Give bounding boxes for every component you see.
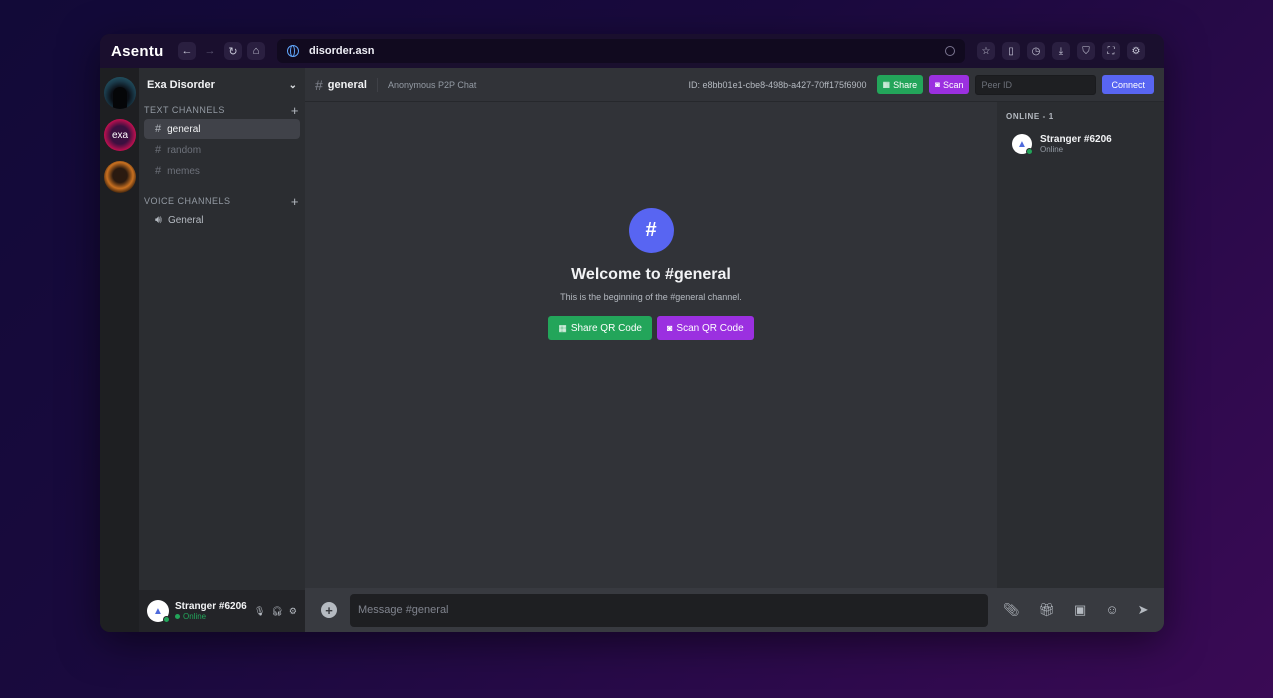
peer-id-input[interactable]: Peer ID	[975, 74, 1097, 95]
reader-icon[interactable]: ▯	[1002, 42, 1020, 60]
forward-icon[interactable]: →	[201, 42, 219, 60]
camera-icon: ◙	[666, 323, 673, 333]
chevron-down-icon[interactable]: ⌄	[289, 80, 297, 91]
paperclip-icon[interactable]: 📎︎	[1003, 602, 1020, 618]
channel-label: memes	[167, 165, 200, 177]
scan-button[interactable]: ◙ Scan	[929, 75, 970, 94]
add-channel-icon[interactable]: +	[291, 103, 299, 118]
channel-label: General	[167, 214, 204, 226]
member-name: Stranger #6206	[1040, 134, 1112, 145]
settings-icon[interactable]: ⚙	[1127, 42, 1145, 60]
channel-topic: Anonymous P2P Chat	[387, 79, 477, 90]
globe-icon	[287, 44, 299, 57]
server-label: exa	[111, 129, 129, 141]
server-icon-exa[interactable]: exa	[104, 119, 136, 151]
member-list-header: ONLINE - 1	[1006, 112, 1054, 121]
reload-icon[interactable]: ↻	[224, 42, 242, 60]
speaker-icon: 🔊︎	[155, 213, 162, 226]
status-dot	[163, 616, 170, 623]
add-channel-icon[interactable]: +	[291, 194, 299, 209]
emoji-icon[interactable]: ☺	[1105, 602, 1118, 618]
channel-label: random	[167, 144, 202, 156]
channel-item-random[interactable]: # random	[144, 140, 300, 160]
hash-icon: #	[315, 76, 323, 93]
server-icon-1[interactable]	[104, 77, 136, 109]
channel-title: general	[327, 78, 367, 91]
welcome-panel: # Welcome to #general This is the beginn…	[305, 208, 997, 340]
text-channels-category[interactable]: TEXT CHANNELS +	[139, 102, 305, 118]
peer-id-label: ID: e8bb01e1-cbe8-498b-a427-70ff175f6900	[688, 79, 867, 90]
headphones-icon[interactable]: 🎧︎	[271, 606, 282, 617]
channel-item-general[interactable]: # general	[144, 119, 300, 139]
server-rail: exa	[100, 68, 139, 632]
camera-icon: ◙	[935, 80, 940, 89]
search-icon[interactable]	[945, 46, 955, 56]
voice-channel-general[interactable]: 🔊︎ General	[144, 210, 300, 230]
server-icon-3[interactable]	[104, 161, 136, 193]
hash-icon: #	[155, 123, 162, 135]
fullscreen-icon[interactable]: ⛶	[1102, 42, 1120, 60]
back-icon[interactable]: ←	[178, 42, 196, 60]
share-label: Share	[893, 79, 918, 90]
avatar: ▲	[1012, 134, 1033, 155]
user-name: Stranger #6206	[175, 601, 247, 612]
server-header[interactable]: Exa Disorder ⌄	[139, 68, 305, 102]
category-label: TEXT CHANNELS	[144, 105, 225, 115]
share-qr-button[interactable]: ▦ Share QR Code	[548, 316, 652, 340]
user-status: Online	[175, 612, 254, 621]
share-button[interactable]: ▦ Share	[876, 75, 924, 94]
qr-icon: ▦	[558, 322, 567, 333]
history-icon[interactable]: ◷	[1027, 42, 1045, 60]
star-icon[interactable]: ☆	[977, 42, 995, 60]
home-icon[interactable]: ⌂	[247, 42, 265, 60]
image-icon[interactable]: ▣	[1074, 602, 1086, 618]
qr-icon: ▦	[882, 80, 891, 89]
message-composer: + Message #general 📎︎ 🎁︎ ▣ ☺ ➤	[305, 588, 1164, 632]
welcome-subtitle: This is the beginning of the #general ch…	[560, 292, 742, 302]
browser-window: Asentu ← → ↻ ⌂ disorder.asn ☆ ▯ ◷ ⤓ ⛉ ⛶ …	[100, 34, 1164, 632]
microphone-icon[interactable]: 🎙︎	[254, 606, 265, 617]
channel-header: # general Anonymous P2P Chat ID: e8bb01e…	[305, 68, 1164, 102]
hash-icon: #	[155, 165, 162, 177]
gift-icon[interactable]: 🎁︎	[1039, 602, 1056, 618]
main-area: # general Anonymous P2P Chat ID: e8bb01e…	[305, 68, 1164, 632]
status-dot	[1026, 148, 1033, 155]
scan-qr-button[interactable]: ◙ Scan QR Code	[656, 316, 754, 340]
channel-label: general	[167, 123, 201, 135]
category-label: VOICE CHANNELS	[144, 196, 231, 206]
member-status: Online	[1040, 145, 1064, 154]
browser-brand: Asentu	[111, 42, 164, 60]
channel-item-memes[interactable]: # memes	[144, 161, 300, 181]
member-list: ONLINE - 1 ▲ Stranger #6206 Online	[997, 102, 1164, 588]
server-name: Exa Disorder	[147, 79, 215, 91]
divider	[376, 77, 378, 92]
hash-icon: #	[628, 208, 674, 253]
send-icon[interactable]: ➤	[1138, 602, 1149, 618]
voice-channels-category[interactable]: VOICE CHANNELS +	[139, 193, 305, 209]
add-attachment-icon[interactable]: +	[321, 602, 337, 618]
avatar[interactable]: ▲	[147, 600, 170, 623]
gear-icon[interactable]: ⚙	[289, 606, 297, 617]
scan-label: Scan	[942, 79, 964, 90]
hash-icon: #	[155, 144, 162, 156]
scan-qr-label: Scan QR Code	[676, 322, 744, 334]
url-text[interactable]: disorder.asn	[309, 45, 945, 57]
user-panel: ▲ Stranger #6206 Online 🎙︎ 🎧︎ ⚙	[139, 590, 305, 632]
message-area: # Welcome to #general This is the beginn…	[305, 102, 997, 588]
browser-tools: ☆ ▯ ◷ ⤓ ⛉ ⛶ ⚙	[977, 42, 1152, 60]
url-bar[interactable]: disorder.asn	[277, 39, 965, 63]
share-qr-label: Share QR Code	[570, 322, 642, 334]
welcome-title: Welcome to #general	[571, 266, 731, 283]
browser-toolbar: Asentu ← → ↻ ⌂ disorder.asn ☆ ▯ ◷ ⤓ ⛉ ⛶ …	[100, 34, 1164, 68]
message-input[interactable]: Message #general	[350, 593, 988, 627]
member-item[interactable]: ▲ Stranger #6206 Online	[997, 134, 1164, 155]
connect-button[interactable]: Connect	[1102, 75, 1154, 94]
download-icon[interactable]: ⤓	[1052, 42, 1070, 60]
channel-sidebar: Exa Disorder ⌄ TEXT CHANNELS + # general…	[139, 68, 305, 632]
shield-icon[interactable]: ⛉	[1077, 42, 1095, 60]
